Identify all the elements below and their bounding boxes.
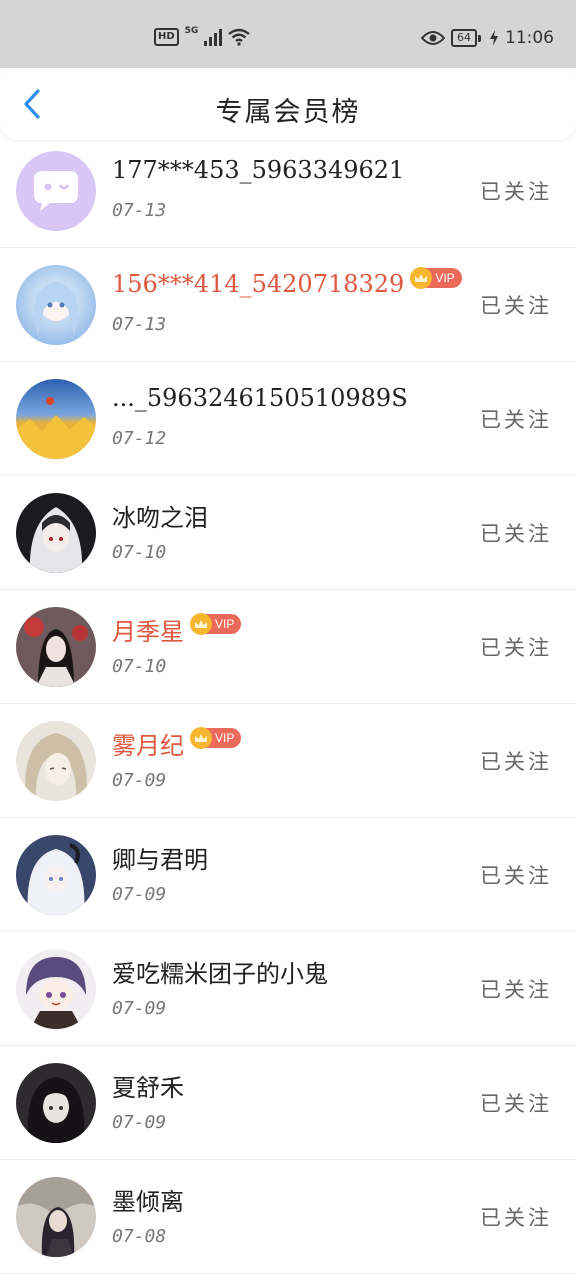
vip-badge: VIP — [410, 267, 462, 289]
followed-button[interactable]: 已关注 — [480, 746, 552, 776]
member-row[interactable]: 156***414_5420718329 VIP 07-13 已关注 — [0, 248, 576, 362]
name-line: 夏舒禾 — [112, 1068, 184, 1103]
followed-button[interactable]: 已关注 — [480, 518, 552, 548]
vip-label: VIP — [215, 616, 235, 631]
crown-icon — [190, 726, 212, 749]
name-line: 月季星 VIP — [112, 612, 242, 647]
vip-badge: VIP — [190, 612, 242, 635]
member-date: 07-09 — [112, 1112, 167, 1133]
member-list: 177***453_5963349621 07-13 已关注 156***414… — [0, 134, 576, 1274]
battery-icon: 64 — [451, 29, 481, 47]
member-name: ..._5963246150510989S — [112, 384, 408, 412]
member-date: 07-09 — [112, 884, 167, 905]
member-name: 月季星 — [112, 618, 184, 646]
wifi-icon — [228, 28, 251, 46]
app-header: 专属会员榜 — [0, 68, 576, 140]
charging-icon — [490, 30, 498, 46]
status-bar: HD 5G 64 11:06 — [0, 0, 576, 68]
member-date: 07-09 — [112, 770, 167, 791]
member-row[interactable]: 冰吻之泪 07-10 已关注 — [0, 476, 576, 590]
network-type: 5G — [184, 26, 199, 36]
avatar[interactable] — [16, 949, 96, 1029]
eye-icon — [421, 31, 445, 45]
member-date: 07-12 — [112, 428, 167, 449]
clock: 11:06 — [505, 28, 554, 48]
name-line: ..._5963246150510989S — [112, 384, 408, 412]
name-line: 156***414_5420718329 VIP — [112, 267, 462, 298]
followed-button[interactable]: 已关注 — [480, 176, 552, 206]
followed-button[interactable]: 已关注 — [480, 974, 552, 1004]
member-row[interactable]: 卿与君明 07-09 已关注 — [0, 818, 576, 932]
name-line: 冰吻之泪 — [112, 498, 208, 533]
avatar[interactable] — [16, 1177, 96, 1257]
name-line: 墨倾离 — [112, 1182, 184, 1217]
status-left: HD 5G — [154, 26, 251, 46]
name-line: 爱吃糯米团子的小鬼 — [112, 954, 328, 989]
followed-button[interactable]: 已关注 — [480, 1202, 552, 1232]
member-row[interactable]: 雾月纪 VIP 07-09 已关注 — [0, 704, 576, 818]
name-line: 卿与君明 — [112, 840, 208, 875]
member-name: 冰吻之泪 — [112, 504, 208, 532]
member-row[interactable]: 夏舒禾 07-09 已关注 — [0, 1046, 576, 1160]
avatar[interactable] — [16, 607, 96, 687]
member-date: 07-13 — [112, 314, 167, 335]
member-name: 墨倾离 — [112, 1188, 184, 1216]
member-name: 雾月纪 — [112, 732, 184, 760]
followed-button[interactable]: 已关注 — [480, 404, 552, 434]
followed-button[interactable]: 已关注 — [480, 290, 552, 320]
vip-label: VIP — [435, 271, 455, 285]
hd-icon: HD — [154, 28, 179, 46]
status-right: 64 11:06 — [421, 28, 554, 48]
member-date: 07-09 — [112, 998, 167, 1019]
vip-badge: VIP — [190, 726, 242, 749]
member-row[interactable]: 爱吃糯米团子的小鬼 07-09 已关注 — [0, 932, 576, 1046]
signal-icon — [204, 28, 223, 46]
followed-button[interactable]: 已关注 — [480, 632, 552, 662]
followed-button[interactable]: 已关注 — [480, 860, 552, 890]
avatar[interactable] — [16, 265, 96, 345]
page-title: 专属会员榜 — [215, 97, 361, 128]
member-row[interactable]: 177***453_5963349621 07-13 已关注 — [0, 134, 576, 248]
crown-icon — [410, 267, 433, 289]
avatar[interactable] — [16, 1063, 96, 1143]
avatar[interactable] — [16, 379, 96, 459]
member-row[interactable]: 墨倾离 07-08 已关注 — [0, 1160, 576, 1274]
followed-button[interactable]: 已关注 — [480, 1088, 552, 1118]
member-name: 156***414_5420718329 — [112, 270, 405, 298]
member-name: 卿与君明 — [112, 846, 208, 874]
member-row[interactable]: ..._5963246150510989S 07-12 已关注 — [0, 362, 576, 476]
name-line: 177***453_5963349621 — [112, 156, 404, 184]
avatar[interactable] — [16, 493, 96, 573]
member-date: 07-08 — [112, 1226, 167, 1247]
name-line: 雾月纪 VIP — [112, 726, 242, 761]
avatar[interactable] — [16, 835, 96, 915]
vip-label: VIP — [215, 730, 235, 745]
member-row[interactable]: 月季星 VIP 07-10 已关注 — [0, 590, 576, 704]
member-name: 爱吃糯米团子的小鬼 — [112, 960, 328, 988]
avatar[interactable] — [16, 151, 96, 231]
member-date: 07-13 — [112, 200, 167, 221]
crown-icon — [190, 612, 212, 635]
member-name: 夏舒禾 — [112, 1074, 184, 1102]
member-date: 07-10 — [112, 542, 167, 563]
member-date: 07-10 — [112, 656, 167, 677]
member-name: 177***453_5963349621 — [112, 156, 405, 184]
avatar[interactable] — [16, 721, 96, 801]
